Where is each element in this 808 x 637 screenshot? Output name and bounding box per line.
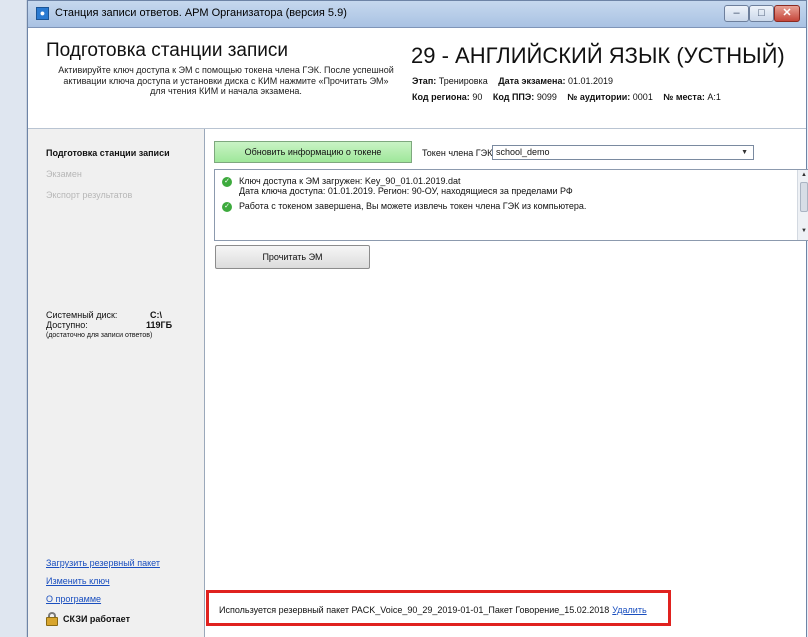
free-space-row: Доступно: 119ГБ: [46, 320, 172, 330]
backup-status-text: Используется резервный пакет PACK_Voice_…: [219, 605, 610, 615]
seat-label: № места:: [663, 92, 705, 102]
desktop-left-strip: [0, 0, 27, 637]
minimize-button[interactable]: –: [724, 5, 749, 22]
window-title: Станция записи ответов. АРМ Организатора…: [55, 7, 347, 19]
log-line-1: Ключ доступа к ЭМ загружен: Key_90_01.01…: [239, 176, 461, 186]
token-label: Токен члена ГЭК: [422, 148, 493, 158]
lock-icon: [46, 612, 58, 626]
page-header: Подготовка станции записи Активируйте кл…: [28, 28, 806, 129]
sidebar-item-prepare[interactable]: Подготовка станции записи: [46, 148, 170, 158]
app-icon: ●: [36, 7, 49, 20]
change-key-link[interactable]: Изменить ключ: [46, 576, 110, 586]
backup-status-box: Используется резервный пакет PACK_Voice_…: [206, 590, 671, 626]
seat-value: A:1: [707, 92, 721, 102]
date-value: 01.01.2019: [568, 76, 614, 86]
check-icon: ✓: [222, 202, 232, 212]
room-value: 0001: [632, 92, 653, 102]
main-panel: Обновить информацию о токене Токен члена…: [205, 129, 808, 637]
app-window: ● Станция записи ответов. АРМ Организато…: [27, 0, 808, 637]
region-label: Код региона:: [412, 92, 470, 102]
chevron-down-icon: ▼: [741, 149, 748, 156]
free-space-value: 119ГБ: [146, 320, 173, 330]
token-select[interactable]: school_demo ▼: [492, 145, 754, 160]
log-box[interactable]: ✓ Ключ доступа к ЭМ загружен: Key_90_01.…: [214, 169, 808, 241]
about-link[interactable]: О программе: [46, 594, 101, 604]
stage-label: Этап:: [412, 76, 437, 86]
sidebar-item-export[interactable]: Экспорт результатов: [46, 190, 132, 200]
log-line-1-detail: Дата ключа доступа: 01.01.2019. Регион: …: [239, 186, 573, 196]
scroll-thumb[interactable]: [800, 182, 808, 212]
date-label: Дата экзамена:: [498, 76, 566, 86]
update-token-button[interactable]: Обновить информацию о токене: [214, 141, 412, 163]
scroll-up-icon[interactable]: ▲: [801, 172, 807, 178]
system-disk-value: C:\: [150, 310, 162, 320]
system-disk-label: Системный диск:: [46, 310, 118, 320]
ppe-value: 9099: [536, 92, 557, 102]
scroll-down-icon[interactable]: ▼: [801, 228, 807, 234]
free-space-label: Доступно:: [46, 320, 88, 330]
system-disk-row: Системный диск: C:\: [46, 310, 162, 320]
log-line-2: Работа с токеном завершена, Вы можете из…: [239, 201, 587, 211]
delete-backup-link[interactable]: Удалить: [612, 605, 646, 615]
load-backup-link[interactable]: Загрузить резервный пакет: [46, 558, 160, 568]
exam-codes-line: Код региона: 90 Код ППЭ: 9099 № аудитори…: [412, 92, 729, 102]
backup-status-line: Используется резервный пакет PACK_Voice_…: [219, 605, 647, 615]
ppe-label: Код ППЭ:: [492, 92, 535, 102]
check-icon: ✓: [222, 177, 232, 187]
close-button[interactable]: ✕: [774, 5, 800, 22]
maximize-button[interactable]: □: [749, 5, 774, 22]
log-scrollbar[interactable]: ▲ ▼: [797, 170, 808, 240]
page-title: Подготовка станции записи: [46, 40, 289, 61]
token-select-value: school_demo: [496, 147, 550, 157]
title-bar[interactable]: ● Станция записи ответов. АРМ Организато…: [28, 1, 806, 28]
stage-value: Тренировка: [438, 76, 488, 86]
page-description: Активируйте ключ доступа к ЭМ с помощью …: [58, 65, 394, 96]
sidebar-item-exam[interactable]: Экзамен: [46, 169, 82, 179]
exam-subject: 29 - АНГЛИЙСКИЙ ЯЗЫК (УСТНЫЙ): [411, 43, 785, 68]
read-em-button[interactable]: Прочитать ЭМ: [215, 245, 370, 269]
skzi-status: СКЗИ работает: [63, 614, 130, 624]
free-space-note: (достаточно для записи ответов): [46, 332, 153, 339]
exam-stage-line: Этап: Тренировка Дата экзамена: 01.01.20…: [412, 76, 621, 86]
sidebar: Подготовка станции записи Экзамен Экспор…: [28, 129, 205, 637]
room-label: № аудитории:: [567, 92, 631, 102]
region-value: 90: [472, 92, 483, 102]
